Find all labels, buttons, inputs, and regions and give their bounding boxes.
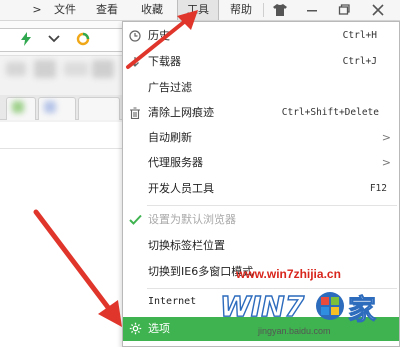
gear-icon bbox=[127, 317, 143, 343]
menu-bar: > 文件 查看 收藏 工具 帮助 bbox=[0, 0, 400, 21]
menu-item-clear-traces[interactable]: 清除上网痕迹 Ctrl+Shift+Delete bbox=[123, 102, 399, 124]
menu-item-ad-filter[interactable]: 广告过滤 bbox=[123, 77, 399, 99]
menu-item-proxy-server[interactable]: 代理服务器 > bbox=[123, 152, 399, 174]
search-logo-icon[interactable] bbox=[76, 28, 90, 53]
tab-bar bbox=[0, 95, 122, 120]
trash-icon bbox=[127, 102, 143, 126]
close-icon[interactable] bbox=[366, 0, 390, 20]
menu-tools[interactable]: 工具 bbox=[177, 0, 219, 20]
tab[interactable] bbox=[78, 97, 120, 120]
check-icon bbox=[127, 209, 143, 232]
toolbar bbox=[0, 21, 129, 56]
watermark-site: www.win7zhijia.cn bbox=[236, 267, 341, 281]
menu-item-set-default-browser: 设置为默认浏览器 bbox=[123, 209, 399, 231]
menu-item-downloader[interactable]: 下载器 Ctrl+J bbox=[123, 51, 399, 73]
watermark-logo-char: 家 bbox=[347, 293, 377, 327]
menubar-divider bbox=[263, 3, 264, 17]
watermark-logo: WIN7 家 bbox=[218, 286, 378, 326]
chevron-right-icon: > bbox=[381, 131, 391, 144]
divider bbox=[0, 148, 122, 149]
menu-item-developer-tools[interactable]: 开发人员工具 F12 bbox=[123, 178, 399, 200]
menu-view[interactable]: 查看 bbox=[92, 0, 122, 20]
shirt-icon[interactable] bbox=[268, 0, 292, 20]
menu-help[interactable]: 帮助 bbox=[224, 0, 258, 20]
download-icon bbox=[127, 51, 143, 75]
chevron-right-icon: > bbox=[381, 156, 391, 169]
clock-icon bbox=[127, 25, 143, 49]
menu-favorites[interactable]: 收藏 bbox=[134, 0, 170, 20]
menu-file[interactable]: 文件 bbox=[50, 0, 80, 20]
menu-item-history[interactable]: 历史 Ctrl+H bbox=[123, 25, 399, 47]
menu-separator bbox=[147, 205, 397, 206]
restore-icon[interactable] bbox=[332, 0, 356, 20]
menu-item-switch-tab-bar[interactable]: 切换标签栏位置 bbox=[123, 235, 399, 257]
menu-item-auto-refresh[interactable]: 自动刷新 > bbox=[123, 127, 399, 149]
chevron-down-icon[interactable] bbox=[48, 28, 60, 50]
lightning-icon[interactable] bbox=[20, 28, 32, 53]
watermark-subtext: jingyan.baidu.com bbox=[258, 326, 331, 336]
red-arrow-to-options bbox=[33, 209, 116, 317]
minimize-icon[interactable] bbox=[300, 0, 324, 20]
svg-text:WIN7: WIN7 bbox=[220, 290, 305, 323]
menubar-chevron[interactable]: > bbox=[30, 0, 44, 20]
